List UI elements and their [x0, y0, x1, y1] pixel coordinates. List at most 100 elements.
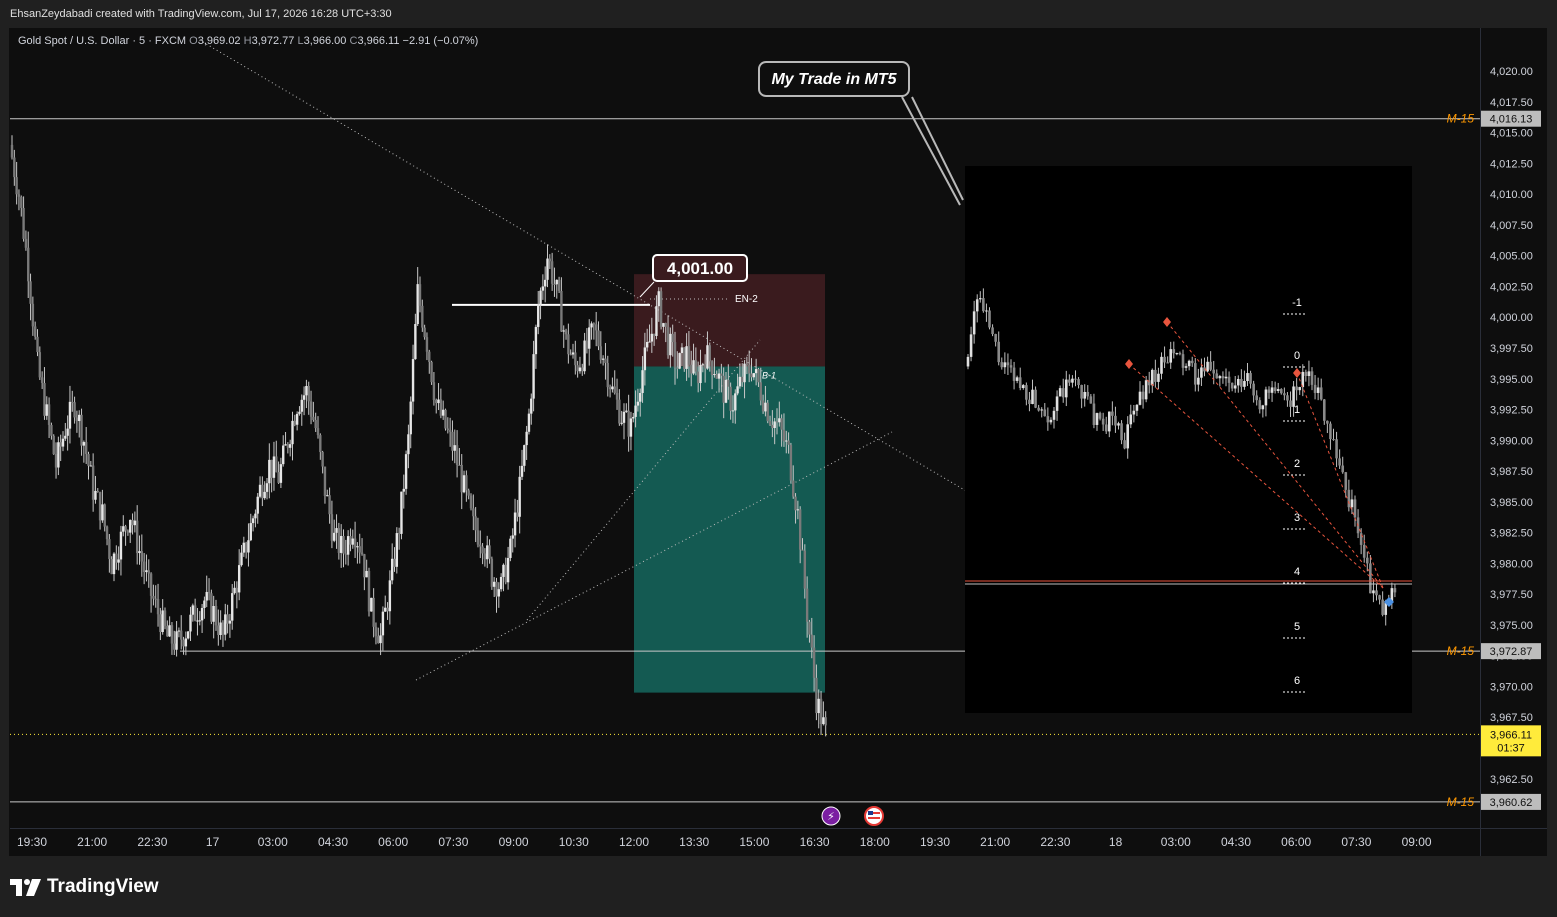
mt5-candle-body	[1193, 363, 1197, 385]
candle-body	[261, 484, 264, 499]
candle-body	[180, 630, 183, 640]
candle-body	[567, 334, 570, 355]
mt5-candle-body	[1132, 410, 1136, 415]
mt5-candle-body	[1307, 371, 1311, 376]
price-tick-label: 3,967.50	[1490, 712, 1533, 724]
mt5-candle-body	[1190, 360, 1194, 364]
candle-body	[326, 495, 329, 497]
candle-body	[277, 472, 280, 483]
us-flag-event-icon[interactable]	[864, 806, 884, 826]
candle-body	[323, 466, 327, 496]
mt5-candle-body	[985, 310, 988, 312]
candle-body	[191, 605, 195, 615]
last-price-text: 3,966.11	[1490, 729, 1532, 741]
mt5-candle-body	[991, 327, 994, 335]
time-tick-label: 17	[206, 835, 220, 849]
trend-line[interactable]	[195, 37, 969, 493]
candle-body	[13, 157, 16, 178]
entry-price-label[interactable]: 4,001.00	[652, 254, 748, 282]
candle-body	[615, 392, 619, 400]
mt5-candle-body	[1181, 354, 1185, 368]
price-tick-label: 4,015.00	[1490, 128, 1533, 140]
candle-body	[78, 414, 81, 422]
candle-body	[395, 533, 399, 567]
chart-canvas[interactable]: 3,962.503,965.003,967.503,970.003,972.50…	[0, 0, 1557, 917]
mt5-level-label: 5	[1294, 621, 1300, 633]
candle-body	[492, 581, 496, 587]
candle-body	[409, 401, 412, 435]
callout-pointer	[901, 96, 964, 206]
candle-body	[59, 442, 62, 447]
candle-body	[205, 591, 208, 601]
candle-body	[516, 512, 519, 517]
candle-body	[557, 279, 561, 291]
mt5-candle-body	[1261, 405, 1265, 410]
candle-body	[129, 519, 132, 533]
candle-body	[356, 546, 359, 548]
candle-body	[509, 538, 512, 558]
mt5-level-label: 6	[1294, 675, 1300, 687]
candle-body	[393, 558, 396, 567]
take-profit-zone[interactable]	[634, 366, 825, 693]
candle-body	[441, 409, 445, 416]
candle-body	[694, 360, 698, 372]
mt5-screenshot-panel[interactable]	[965, 166, 1412, 713]
time-tick-label: 06:00	[378, 835, 408, 849]
candle-body	[690, 364, 693, 374]
lightning-glyph: ⚡	[827, 810, 835, 823]
candle-body	[68, 401, 72, 429]
price-tick-label: 4,005.00	[1490, 251, 1533, 263]
candle-body	[397, 533, 401, 535]
candle-body	[611, 386, 614, 390]
candle-body	[632, 416, 635, 419]
mt5-candle-body	[1236, 378, 1240, 386]
candle-body	[314, 419, 317, 429]
candle-body	[344, 553, 348, 555]
candle-body	[796, 509, 800, 511]
mt5-candle-body	[1381, 599, 1384, 615]
candle-body	[268, 459, 271, 484]
candle-body	[606, 362, 609, 388]
candle-body	[288, 444, 292, 448]
candle-body	[824, 717, 827, 726]
candle-body	[404, 454, 408, 489]
candle-body	[142, 561, 146, 573]
candle-body	[33, 326, 37, 337]
candle-body	[47, 404, 51, 425]
mt5-candle-body	[1154, 369, 1157, 382]
candle-body	[696, 371, 700, 384]
candle-body	[639, 392, 642, 402]
candle-body	[787, 440, 790, 445]
time-tick-label: 07:30	[1341, 835, 1371, 849]
candle-body	[38, 352, 42, 378]
trade-callout[interactable]: My Trade in MT5	[758, 61, 910, 97]
mt5-candle-body	[1255, 395, 1259, 401]
candle-body	[722, 375, 725, 403]
candle-body	[629, 418, 633, 437]
candle-body	[36, 336, 39, 353]
mt5-candle-body	[988, 310, 991, 328]
candle-body	[703, 364, 707, 369]
tradingview-logo[interactable]: TradingView	[10, 876, 159, 898]
candle-body	[669, 333, 672, 356]
candle-body	[305, 385, 308, 396]
candle-body	[588, 327, 591, 349]
candle-body	[147, 570, 150, 574]
mt5-candle-body	[1338, 458, 1341, 466]
mt5-candle-body	[1212, 369, 1216, 374]
candle-body	[226, 614, 229, 624]
candle-body	[251, 518, 255, 524]
mt5-candle-body	[1018, 377, 1022, 389]
candle-body	[812, 647, 816, 678]
candle-body	[101, 504, 104, 521]
candle-body	[328, 495, 331, 515]
candle-body	[321, 452, 324, 467]
mt5-candle-body	[1052, 410, 1056, 420]
price-tick-label: 4,000.00	[1490, 312, 1533, 324]
candle-body	[217, 625, 220, 635]
candle-body	[342, 536, 345, 554]
candle-body	[687, 346, 691, 365]
stop-loss-zone[interactable]	[634, 274, 825, 367]
mt5-candle-body	[1329, 423, 1332, 440]
symbol-name[interactable]: Gold Spot / U.S. Dollar · 5 · FXCM	[18, 35, 186, 47]
